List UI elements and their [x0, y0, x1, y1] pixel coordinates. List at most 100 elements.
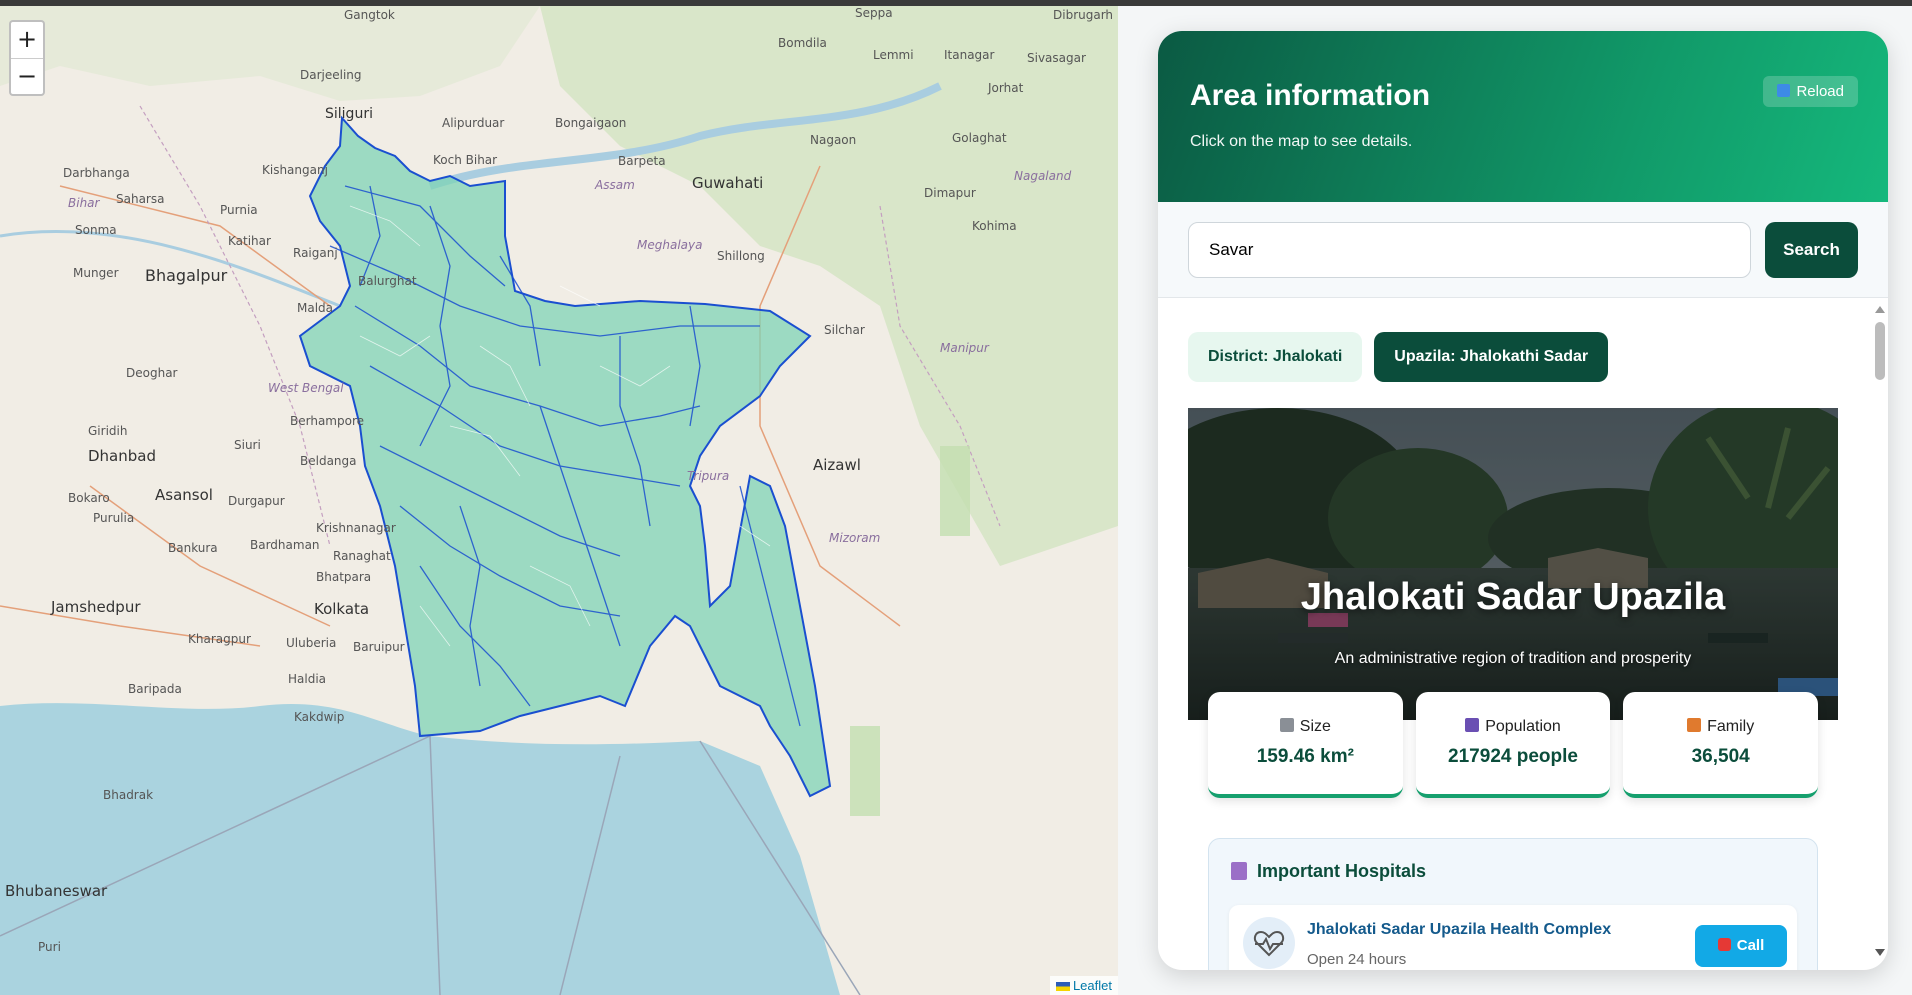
map-label: Berhampore	[290, 414, 364, 428]
map-label: Itanagar	[944, 48, 995, 62]
reload-button[interactable]: Reload	[1763, 76, 1858, 107]
map-label: Bankura	[168, 541, 218, 555]
map-label: Haldia	[288, 672, 327, 686]
map-label: Alipurduar	[442, 116, 505, 130]
scroll-down-arrow-icon[interactable]	[1875, 949, 1885, 956]
map-label: Puri	[38, 940, 61, 954]
map-label: Manipur	[940, 341, 989, 355]
map-label: West Bengal	[268, 381, 344, 395]
map-label: Raiganj	[293, 246, 338, 260]
map-label: Giridih	[88, 424, 128, 438]
hero-title: Jhalokati Sadar Upazila	[1300, 576, 1726, 618]
map-label: Darbhanga	[63, 166, 130, 180]
panel-content[interactable]: District: Jhalokati Upazila: Jhalokathi …	[1158, 298, 1888, 970]
map-label: Bhagalpur	[145, 266, 228, 285]
map-label: Uluberia	[286, 636, 337, 650]
hospital-card[interactable]: Jhalokati Sadar Upazila Health Complex O…	[1229, 905, 1797, 970]
map-label: Kohima	[972, 219, 1017, 233]
stat-card-family: Family 36,504	[1623, 692, 1819, 798]
map-label: Dimapur	[924, 186, 976, 200]
district-chip[interactable]: District: Jhalokati	[1188, 332, 1363, 382]
phone-icon	[1717, 938, 1731, 951]
map-label: Deoghar	[126, 366, 178, 380]
reload-icon	[1777, 84, 1791, 97]
map-label: Mizoram	[829, 531, 881, 545]
panel-title: Area information	[1190, 79, 1431, 112]
map-label: Saharsa	[116, 192, 165, 206]
hospital-hours: Open 24 hours	[1307, 951, 1407, 968]
map-label: Sivasagar	[1027, 51, 1086, 65]
search-input[interactable]	[1188, 222, 1751, 278]
hospital-name[interactable]: Jhalokati Sadar Upazila Health Complex	[1307, 921, 1611, 939]
people-icon	[1465, 718, 1480, 732]
stat-label: Family	[1623, 718, 1818, 736]
zoom-control: + −	[9, 20, 45, 96]
map-label: Kakdwip	[294, 710, 345, 724]
map-label: Dhanbad	[88, 447, 156, 465]
stat-label-text: Population	[1485, 718, 1561, 735]
map-label: Katihar	[228, 234, 271, 248]
search-button[interactable]: Search	[1765, 222, 1858, 278]
stats-row: Size 159.46 km² Population 217924 people…	[1208, 692, 1819, 798]
location-chips: District: Jhalokati Upazila: Jhalokathi …	[1188, 332, 1609, 382]
scroll-up-arrow-icon[interactable]	[1875, 306, 1885, 313]
info-panel: Area information Click on the map to see…	[1158, 31, 1888, 970]
zoom-out-button[interactable]: −	[11, 58, 43, 94]
map-label: Siuri	[234, 438, 261, 452]
map-label: Kishanganj	[262, 163, 328, 177]
ruler-icon	[1279, 718, 1294, 732]
heartbeat-icon	[1243, 917, 1295, 969]
stat-label: Population	[1416, 718, 1611, 736]
map-label: Baripada	[128, 682, 182, 696]
map-label: Golaghat	[952, 131, 1007, 145]
map-label: Koch Bihar	[433, 153, 498, 167]
map-label: Ranaghat	[333, 549, 391, 563]
scrollbar-thumb[interactable]	[1875, 322, 1885, 380]
map-label: Kharagpur	[188, 632, 251, 646]
map-label: Bihar	[68, 196, 100, 210]
map-label: Assam	[595, 178, 635, 192]
hero-subtitle: An administrative region of tradition an…	[1334, 650, 1692, 667]
zoom-in-button[interactable]: +	[11, 22, 43, 58]
map-label: Jorhat	[988, 81, 1024, 95]
stat-card-population: Population 217924 people	[1415, 692, 1611, 798]
map-label: Darjeeling	[300, 68, 362, 82]
map-label: Bhatpara	[316, 570, 372, 584]
map-label: Beldanga	[300, 454, 357, 468]
hero-image: Jhalokati Sadar Upazila An administrativ…	[1188, 408, 1838, 720]
map-label: Gangtok	[344, 8, 395, 22]
hospitals-heading: Important Hospitals	[1231, 861, 1795, 882]
map-label: Tripura	[687, 469, 730, 483]
stat-label-text: Size	[1299, 718, 1331, 735]
map-label: Malda	[297, 301, 334, 315]
panel-header: Area information Click on the map to see…	[1158, 31, 1888, 202]
search-bar: Search	[1158, 202, 1888, 298]
hero-photo	[1188, 408, 1838, 720]
scrollbar[interactable]	[1874, 306, 1886, 956]
map-label: Bomdila	[778, 36, 827, 50]
map-label: Purnia	[220, 203, 258, 217]
call-button[interactable]: Call	[1695, 925, 1787, 967]
map-label: Purulia	[93, 511, 135, 525]
map-label: Bardhaman	[250, 538, 320, 552]
reload-label: Reload	[1796, 83, 1844, 100]
attribution-link[interactable]: Leaflet	[1073, 978, 1112, 993]
hospital-icon	[1231, 862, 1247, 880]
map-label: Bongaigaon	[555, 116, 627, 130]
map-attribution[interactable]: Leaflet	[1049, 976, 1118, 995]
panel-subtitle: Click on the map to see details.	[1190, 133, 1413, 150]
map-label: Siliguri	[325, 106, 373, 122]
map-label: Nagaon	[810, 133, 857, 147]
map-label: Balurghat	[358, 274, 417, 288]
upazila-chip[interactable]: Upazila: Jhalokathi Sadar	[1374, 332, 1609, 382]
map-label: Guwahati	[692, 174, 764, 192]
map-label: Dibrugarh	[1053, 8, 1114, 22]
map-label: Nagaland	[1014, 169, 1072, 183]
map-label: Bhadrak	[103, 788, 154, 802]
map-label: Durgapur	[228, 494, 285, 508]
stat-label: Size	[1208, 718, 1403, 736]
map-view[interactable]: Gangtok Seppa Dibrugarh Bomdila Lemmi It…	[0, 6, 1118, 995]
stat-value: 217924 people	[1448, 746, 1578, 767]
map-label: Sonma	[75, 223, 117, 237]
map-label: Shillong	[717, 249, 765, 263]
